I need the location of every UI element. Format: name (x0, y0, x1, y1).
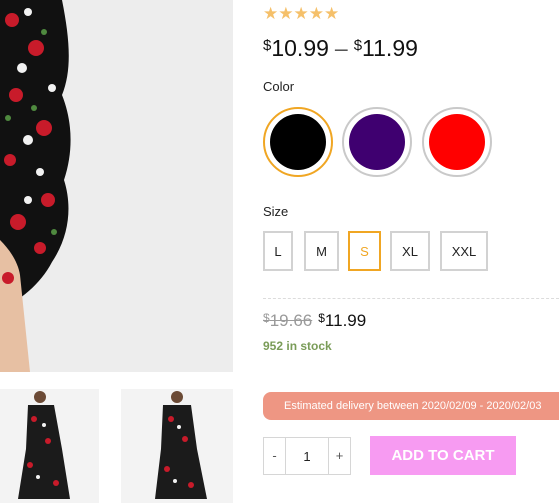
size-option-xl[interactable]: XL (390, 231, 430, 271)
quantity-stepper: - + (263, 437, 351, 475)
size-option-m[interactable]: M (304, 231, 339, 271)
add-to-cart-button[interactable]: ADD TO CART (370, 436, 516, 475)
color-swatch-purple[interactable] (342, 107, 412, 177)
color-swatch-black[interactable] (263, 107, 333, 177)
size-option-s[interactable]: S (348, 231, 381, 271)
product-main-image[interactable] (0, 0, 233, 372)
price-range: $10.99– $11.99 (263, 32, 418, 62)
product-thumbnail[interactable] (0, 389, 99, 503)
size-option-l[interactable]: L (263, 231, 293, 271)
delivery-estimate-banner: Estimated delivery between 2020/02/09 - … (263, 392, 559, 420)
stock-status: 952 in stock (263, 339, 332, 353)
size-option-xxl[interactable]: XXL (440, 231, 488, 271)
quantity-input[interactable] (286, 438, 328, 474)
price-max: 11.99 (362, 35, 418, 61)
color-swatch-red[interactable] (422, 107, 492, 177)
currency-symbol: $ (353, 37, 363, 54)
dress-thumbnail-front (0, 389, 99, 503)
quantity-increase-button[interactable]: + (328, 438, 350, 474)
divider (263, 298, 559, 299)
price-separator: – (334, 35, 348, 61)
dress-thumbnail-side (121, 389, 233, 503)
sale-price: $11.99 (318, 311, 367, 330)
size-label: Size (263, 204, 289, 219)
swatch-fill (429, 114, 485, 170)
swatch-fill (349, 114, 405, 170)
star-rating: ★★★★★ (263, 4, 340, 23)
variation-price: $19.66 $11.99 (263, 307, 366, 333)
swatch-fill (270, 114, 326, 170)
price-min: 10.99 (271, 35, 329, 61)
color-label: Color (263, 79, 295, 94)
quantity-decrease-button[interactable]: - (264, 438, 286, 474)
regular-price: $19.66 (263, 311, 313, 330)
product-thumbnail[interactable] (121, 389, 233, 503)
dress-photo (0, 0, 233, 372)
